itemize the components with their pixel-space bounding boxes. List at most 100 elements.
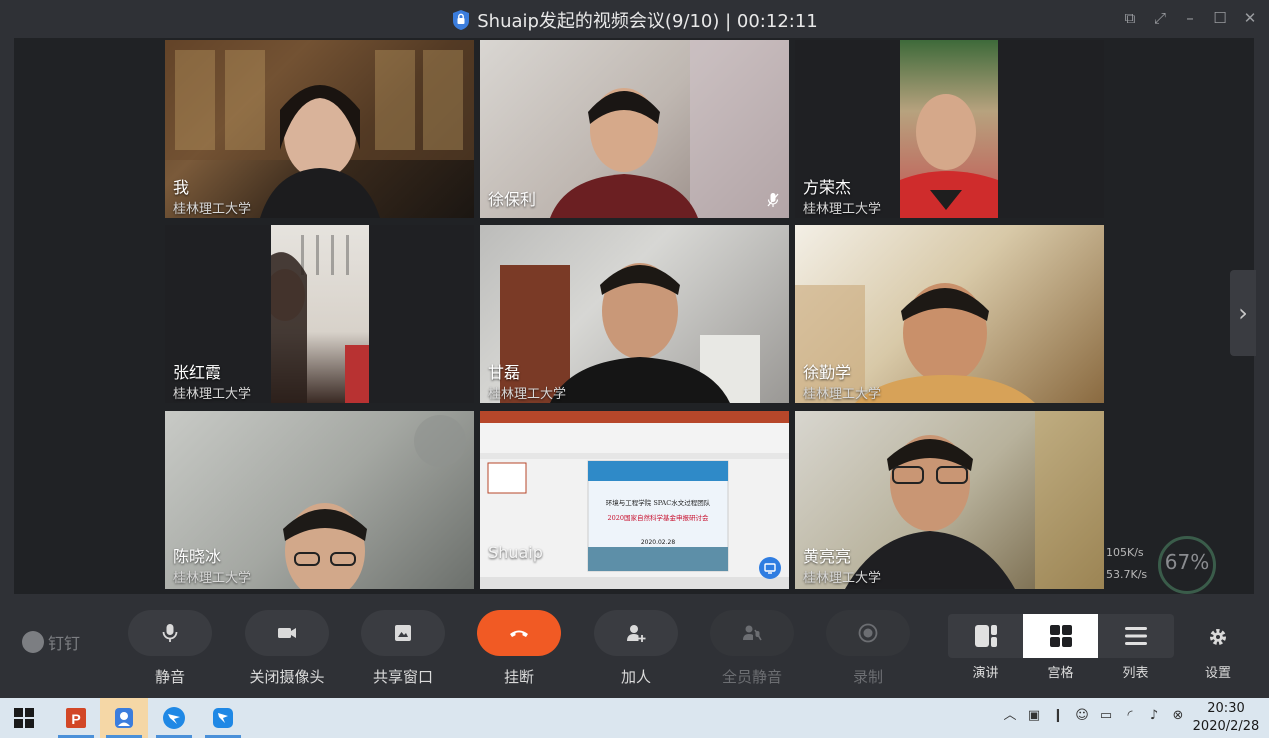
- participant-org: 桂林理工大学: [803, 387, 882, 402]
- camera-off-button[interactable]: 关闭摄像头: [244, 610, 330, 687]
- list-view-option[interactable]: [1098, 614, 1173, 658]
- tray-battery-icon[interactable]: ▭: [1098, 708, 1114, 724]
- taskbar-dingtalk[interactable]: [150, 698, 198, 738]
- record-button[interactable]: 录制: [826, 610, 910, 687]
- participant-video: [900, 40, 998, 218]
- camera-off-label: 关闭摄像头: [249, 668, 325, 686]
- tray-wifi-icon[interactable]: ◜: [1122, 708, 1138, 724]
- share-window-button[interactable]: 共享窗口: [361, 610, 445, 687]
- participant-org: 桂林理工大学: [173, 387, 252, 402]
- upload-speed: 105K/s: [1106, 546, 1144, 559]
- tray-app-icon[interactable]: ▣: [1026, 708, 1042, 724]
- participant-name: 我: [173, 178, 190, 197]
- title-bar: Shuaip发起的视频会议(9/10) | 00:12:11 ⧉ ⤢ – ☐ ✕: [0, 0, 1269, 38]
- participant-tile[interactable]: 张红霞 桂林理工大学: [165, 225, 474, 403]
- participant-tile[interactable]: 黄亮亮 桂林理工大学: [795, 411, 1104, 589]
- download-speed: 53.7K/s: [1106, 568, 1148, 581]
- grid-view-option[interactable]: [1023, 614, 1098, 658]
- participant-video: [480, 225, 789, 403]
- maximize-icon[interactable]: ☐: [1211, 9, 1229, 27]
- speaker-view-label: 演讲: [972, 666, 999, 681]
- dingtalk-icon: [163, 707, 185, 729]
- add-person-button[interactable]: 加人: [594, 610, 678, 687]
- window-controls: ⧉ ⤢ – ☐ ✕: [1121, 9, 1259, 27]
- window-title-text: Shuaip发起的视频会议(9/10) | 00:12:11: [477, 11, 818, 32]
- taskbar-dingtalk-call[interactable]: [199, 698, 247, 738]
- add-person-label: 加人: [620, 668, 651, 686]
- participant-name: 徐勤学: [803, 363, 852, 382]
- mute-label: 静音: [154, 668, 185, 686]
- participant-tile[interactable]: 环境与工程学院 SPAC水文过程团队 2020国家自然科学基金申报研讨会 202…: [480, 411, 789, 589]
- brand-name: 钉钉: [48, 634, 81, 653]
- pip-icon[interactable]: ⧉: [1121, 9, 1139, 27]
- camera-icon: [278, 628, 296, 638]
- grid-layout-icon: [1049, 625, 1072, 647]
- tray-volume-icon[interactable]: ♪: [1146, 708, 1162, 724]
- meeting-app-icon: [115, 708, 133, 728]
- speaker-layout-icon: [974, 625, 997, 647]
- camera-circle[interactable]: [245, 610, 329, 656]
- video-frame: [900, 94, 998, 218]
- clock-date: 2020/2/28: [1192, 719, 1260, 734]
- brand: 钉钉: [22, 630, 80, 654]
- mute-all-circle[interactable]: [710, 610, 794, 656]
- participant-name: 黄亮亮: [803, 547, 852, 566]
- windows-start-icon[interactable]: [14, 708, 34, 728]
- slide-line2: 2020国家自然科学基金申报研讨会: [607, 514, 709, 522]
- video-grid: 我 桂林理工大学 徐保利 方荣杰 桂林理工大学 张红霞 桂林理工大学 甘磊 桂林…: [14, 38, 1256, 594]
- meeting-toolbar: 钉钉 静音 关闭摄像头 共享窗口 挂断 加人 全员静音 录制 演讲 宫格 列表 …: [0, 596, 1269, 698]
- video-frame: [500, 263, 760, 403]
- tray-expand-icon[interactable]: ︿: [1002, 708, 1018, 724]
- mute-all-icon: [743, 625, 762, 641]
- participant-name: Shuaip: [488, 543, 543, 562]
- taskbar-meeting[interactable]: [100, 698, 148, 738]
- tray-notification-icon[interactable]: ⊗: [1170, 708, 1186, 724]
- share-screen-icon: [395, 625, 411, 641]
- settings-label: 设置: [1204, 666, 1231, 681]
- settings-button[interactable]: 设置: [1200, 626, 1236, 681]
- hangup-button[interactable]: 挂断: [477, 610, 561, 687]
- tray-microphone-icon[interactable]: ❙: [1050, 708, 1066, 724]
- dingtalk-logo-icon: [22, 631, 44, 653]
- participant-tile[interactable]: 甘磊 桂林理工大学: [480, 225, 789, 403]
- list-view-label: 列表: [1122, 666, 1149, 681]
- participant-tile[interactable]: 徐保利: [480, 40, 789, 218]
- screen-share-icon[interactable]: [759, 557, 781, 579]
- microphone-icon: [162, 624, 178, 642]
- participant-tile[interactable]: 徐勤学 桂林理工大学: [795, 225, 1104, 403]
- participant-tile[interactable]: 我 桂林理工大学: [165, 40, 474, 218]
- grid-view-label: 宫格: [1047, 666, 1074, 681]
- next-page-arrow[interactable]: ›: [1230, 270, 1256, 356]
- mute-circle[interactable]: [128, 610, 212, 656]
- mute-all-label: 全员静音: [721, 668, 782, 686]
- mute-button[interactable]: 静音: [128, 610, 212, 687]
- participant-org: 桂林理工大学: [488, 387, 567, 402]
- minimize-icon[interactable]: –: [1181, 9, 1199, 27]
- share-circle[interactable]: [361, 610, 445, 656]
- add-person-icon: [627, 625, 646, 642]
- record-label: 录制: [852, 668, 883, 686]
- tray-qq-icon[interactable]: ☺: [1074, 708, 1090, 724]
- layout-labels: 演讲 宫格 列表: [948, 662, 1174, 681]
- participant-name: 方荣杰: [803, 178, 852, 197]
- dingtalk-call-icon: [213, 708, 233, 728]
- powerpoint-icon: P: [66, 708, 86, 728]
- speaker-view-option[interactable]: [948, 614, 1023, 658]
- taskbar-powerpoint[interactable]: P: [52, 698, 100, 738]
- gear-icon: [1210, 629, 1226, 645]
- participant-tile[interactable]: 陈晓冰 桂林理工大学: [165, 411, 474, 589]
- participant-tile[interactable]: 方荣杰 桂林理工大学: [795, 40, 1104, 218]
- svg-text:P: P: [71, 711, 80, 727]
- slide-date: 2020.02.28: [640, 539, 676, 546]
- close-icon[interactable]: ✕: [1241, 9, 1259, 27]
- add-person-circle[interactable]: [594, 610, 678, 656]
- participant-name: 甘磊: [488, 363, 521, 382]
- taskbar-clock[interactable]: 20:30 2020/2/28: [1192, 700, 1260, 736]
- fullscreen-icon[interactable]: ⤢: [1151, 9, 1169, 27]
- mute-all-button[interactable]: 全员静音: [710, 610, 794, 687]
- network-quality: 67%: [1164, 550, 1210, 574]
- shared-screen: 环境与工程学院 SPAC水文过程团队 2020国家自然科学基金申报研讨会 202…: [480, 411, 789, 589]
- hangup-circle[interactable]: [477, 610, 561, 656]
- video-frame: [261, 235, 369, 403]
- record-circle[interactable]: [826, 610, 910, 656]
